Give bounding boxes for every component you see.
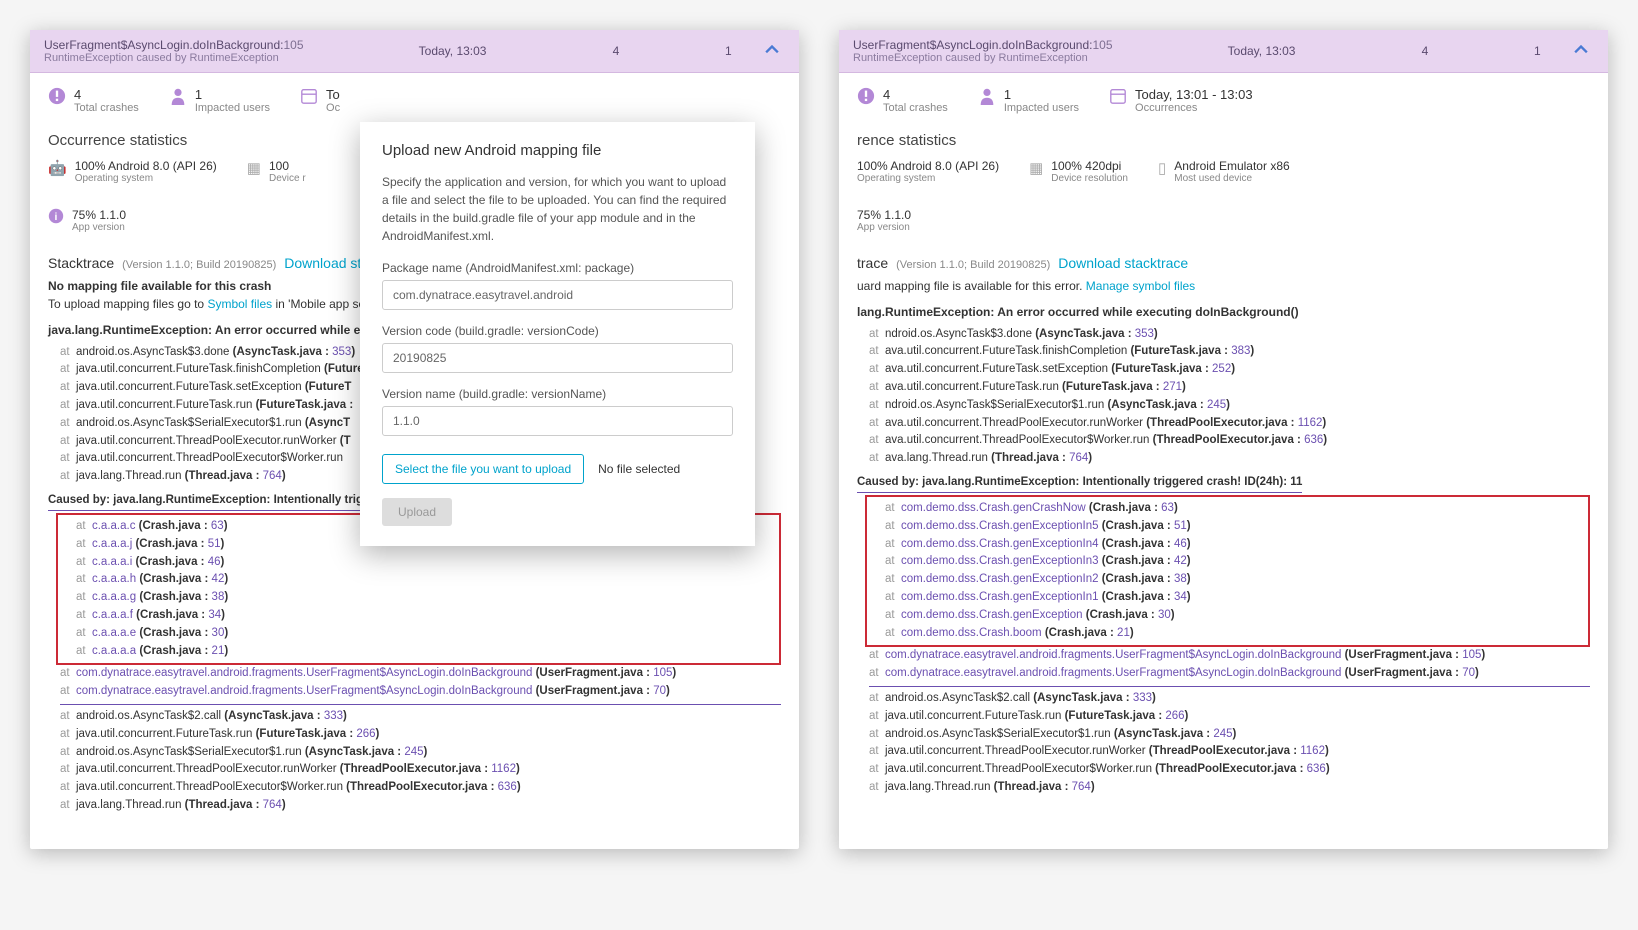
modal-title: Upload new Android mapping file bbox=[382, 142, 733, 159]
mapping-available-msg: uard mapping file is available for this … bbox=[857, 279, 1590, 293]
crash-panel-right: UserFragment$AsyncLogin.doInBackground:1… bbox=[839, 30, 1608, 849]
package-name-input[interactable] bbox=[382, 280, 733, 310]
warning-icon bbox=[857, 87, 875, 105]
header-title: UserFragment$AsyncLogin.doInBackground:1… bbox=[44, 38, 371, 64]
version-name-input[interactable] bbox=[382, 406, 733, 436]
collapse-toggle[interactable] bbox=[1568, 44, 1594, 58]
version-code-input[interactable] bbox=[382, 343, 733, 373]
phone-icon: ▯ bbox=[1158, 159, 1166, 177]
header-count-b: 1 bbox=[1507, 44, 1568, 58]
warning-icon bbox=[48, 87, 66, 105]
header-count-a: 4 bbox=[1343, 44, 1506, 58]
select-file-button[interactable]: Select the file you want to upload bbox=[382, 454, 584, 484]
metric-occurrences: ToOc bbox=[300, 87, 340, 114]
svg-text:i: i bbox=[55, 212, 58, 223]
stat-resolution: ▦ 100Device r bbox=[247, 159, 306, 184]
vn-label: Version name (build.gradle: versionName) bbox=[382, 387, 733, 401]
metric-users: 1Impacted users bbox=[169, 87, 270, 114]
header-count-a: 4 bbox=[534, 44, 697, 58]
stat-device: ▯ Android Emulator x86Most used device bbox=[1158, 159, 1290, 184]
collapse-toggle[interactable] bbox=[759, 44, 785, 58]
info-icon: i bbox=[48, 208, 64, 228]
metric-crashes: 4Total crashes bbox=[48, 87, 139, 114]
header-time: Today, 13:03 bbox=[371, 44, 534, 58]
manage-symbol-files-link[interactable]: Manage symbol files bbox=[1086, 279, 1195, 293]
no-file-label: No file selected bbox=[598, 462, 680, 476]
header-time: Today, 13:03 bbox=[1180, 44, 1343, 58]
modal-description: Specify the application and version, for… bbox=[382, 173, 733, 245]
stat-os: 100% Android 8.0 (API 26)Operating syste… bbox=[857, 159, 999, 184]
pkg-label: Package name (AndroidManifest.xml: packa… bbox=[382, 261, 733, 275]
android-icon: 🤖 bbox=[48, 159, 67, 177]
metric-occurrences: Today, 13:01 - 13:03Occurrences bbox=[1109, 87, 1253, 114]
stat-resolution: ▦ 100% 420dpiDevice resolution bbox=[1029, 159, 1128, 184]
stacktrace: lang.RuntimeException: An error occurred… bbox=[857, 303, 1590, 797]
stacktrace-title: trace (Version 1.1.0; Build 20190825) Do… bbox=[857, 255, 1590, 271]
panel-header[interactable]: UserFragment$AsyncLogin.doInBackground:1… bbox=[30, 30, 799, 73]
user-icon bbox=[978, 87, 996, 105]
download-stacktrace-link[interactable]: Download stacktrace bbox=[1058, 255, 1188, 271]
symbol-files-link[interactable]: Symbol files bbox=[207, 297, 272, 311]
user-icon bbox=[169, 87, 187, 105]
resolution-icon: ▦ bbox=[247, 159, 261, 177]
highlighted-frames: at com.demo.dss.Crash.genCrashNow (Crash… bbox=[865, 495, 1590, 648]
calendar-icon bbox=[1109, 87, 1127, 105]
panel-header[interactable]: UserFragment$AsyncLogin.doInBackground:1… bbox=[839, 30, 1608, 73]
header-title: UserFragment$AsyncLogin.doInBackground:1… bbox=[853, 38, 1180, 64]
stat-os: 🤖 100% Android 8.0 (API 26)Operating sys… bbox=[48, 159, 217, 184]
metrics-row: 4Total crashes 1Impacted users Today, 13… bbox=[857, 87, 1590, 114]
stat-app-version: 75% 1.1.0App version bbox=[857, 208, 1590, 233]
vc-label: Version code (build.gradle: versionCode) bbox=[382, 324, 733, 338]
metric-crashes: 4Total crashes bbox=[857, 87, 948, 114]
metrics-row: 4Total crashes 1Impacted users ToOc bbox=[48, 87, 781, 114]
header-count-b: 1 bbox=[698, 44, 759, 58]
occurrence-stats-title: rence statistics bbox=[839, 132, 1590, 149]
upload-mapping-modal: Upload new Android mapping file Specify … bbox=[360, 122, 755, 546]
upload-button[interactable]: Upload bbox=[382, 498, 452, 526]
resolution-icon: ▦ bbox=[1029, 159, 1043, 177]
calendar-icon bbox=[300, 87, 318, 105]
metric-users: 1Impacted users bbox=[978, 87, 1079, 114]
